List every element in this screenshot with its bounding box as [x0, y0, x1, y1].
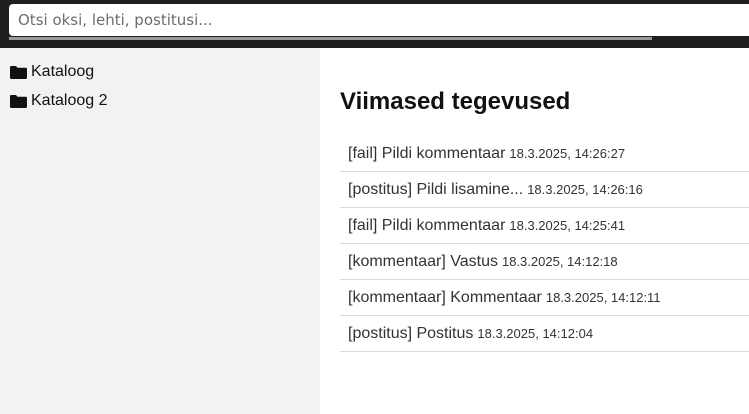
activity-item[interactable]: [kommentaar] Vastus 18.3.2025, 14:12:18: [340, 244, 749, 280]
activity-label: [kommentaar] Vastus: [348, 252, 498, 270]
activity-item[interactable]: [kommentaar] Kommentaar 18.3.2025, 14:12…: [340, 280, 749, 316]
search-input[interactable]: [9, 4, 749, 36]
activity-label: [kommentaar] Kommentaar: [348, 288, 542, 306]
activity-item[interactable]: [fail] Pildi kommentaar 18.3.2025, 14:26…: [340, 136, 749, 172]
sidebar-item-label: Kataloog: [31, 63, 95, 80]
activity-list: [fail] Pildi kommentaar 18.3.2025, 14:26…: [340, 136, 749, 352]
main-content: Viimased tegevused [fail] Pildi kommenta…: [320, 48, 749, 414]
activity-label: [postitus] Postitus: [348, 324, 474, 342]
activity-timestamp: 18.3.2025, 14:12:04: [477, 326, 594, 341]
page-title: Viimased tegevused: [340, 88, 571, 115]
activity-timestamp: 18.3.2025, 14:25:41: [509, 218, 626, 233]
activity-item[interactable]: [fail] Pildi kommentaar 18.3.2025, 14:25…: [340, 208, 749, 244]
activity-timestamp: 18.3.2025, 14:12:11: [545, 290, 661, 305]
activity-label: [fail] Pildi kommentaar: [348, 216, 506, 234]
activity-item[interactable]: [postitus] Pildi lisamine... 18.3.2025, …: [340, 172, 749, 208]
top-bar: [0, 0, 749, 48]
search-underline: [9, 37, 652, 40]
sidebar-item-kataloog-2[interactable]: Kataloog 2: [10, 90, 108, 112]
activity-timestamp: 18.3.2025, 14:12:18: [501, 254, 618, 269]
activity-timestamp: 18.3.2025, 14:26:27: [509, 146, 626, 161]
folder-icon: [10, 65, 27, 79]
sidebar-item-kataloog[interactable]: Kataloog: [10, 61, 94, 83]
activity-label: [postitus] Pildi lisamine...: [348, 180, 524, 198]
folder-icon: [10, 94, 27, 108]
activity-label: [fail] Pildi kommentaar: [348, 144, 506, 162]
activity-item[interactable]: [postitus] Postitus 18.3.2025, 14:12:04: [340, 316, 749, 352]
activity-timestamp: 18.3.2025, 14:26:16: [527, 182, 643, 197]
sidebar-item-label: Kataloog 2: [31, 92, 108, 109]
sidebar: Kataloog Kataloog 2: [0, 48, 320, 414]
